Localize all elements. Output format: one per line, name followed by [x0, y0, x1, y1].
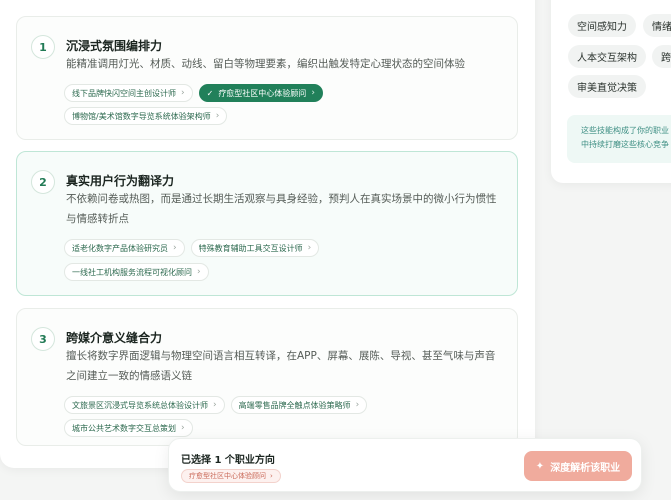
- career-tag-label: 一线社工机构服务流程可视化顾问: [72, 267, 192, 277]
- career-tag-row: 博物馆/美术馆数字导览系统体验架构师 ›: [64, 107, 228, 125]
- career-tag[interactable]: 特殊教育辅助工具交互设计师 ›: [190, 239, 320, 257]
- chevron-right-icon: ›: [311, 88, 315, 98]
- skill-pill: 人本交互架构: [568, 45, 646, 68]
- selection-bar: 已选择 1 个职业方向 疗愈型社区中心体验顾问 › ✦ 深度解析该职业: [168, 438, 642, 492]
- chevron-right-icon: ›: [215, 111, 220, 121]
- career-tag[interactable]: 适老化数字产品体验研究员 ›: [64, 239, 185, 257]
- deep-analyze-button[interactable]: ✦ 深度解析该职业: [524, 451, 632, 481]
- skill-pill: 空间感知力: [568, 14, 636, 37]
- card-description: 能精准调用灯光、材质、动线、留白等物理要素，编织出触发特定心理状态的空间体验: [66, 58, 465, 70]
- career-tag-selected[interactable]: ✓ 疗愈型社区中心体验顾问 ›: [198, 84, 323, 102]
- card-title: 跨媒介意义缝合力: [66, 331, 163, 345]
- career-tag-label: 疗愈型社区中心体验顾问: [218, 88, 307, 98]
- career-tag-label: 特殊教育辅助工具交互设计师: [198, 243, 303, 253]
- chevron-right-icon: ›: [213, 400, 217, 410]
- chevron-right-icon: ›: [181, 88, 185, 98]
- card-title: 真实用户行为翻译力: [66, 174, 175, 188]
- selected-career-label: 疗愈型社区中心体验顾问: [189, 472, 266, 480]
- note-line: 这些技能构成了你的职业: [581, 126, 669, 135]
- sparkle-icon: ✦: [535, 460, 545, 472]
- card-description: 不依赖问卷或热图，而是通过长期生活观察与具身经验，预判人在真实场景中的微小行为惯…: [66, 193, 497, 225]
- career-tag-row: 文旅景区沉浸式导览系统总体验设计师 › 高端零售品牌全触点体验策略师 ›: [64, 396, 368, 414]
- selected-career-chip[interactable]: 疗愈型社区中心体验顾问 ›: [181, 469, 281, 483]
- career-tag-row: 城市公共艺术数字交互总策划 ›: [64, 419, 193, 437]
- deep-analyze-label: 深度解析该职业: [550, 462, 621, 474]
- skill-card-1: 1 沉浸式氛围编排力 能精准调用灯光、材质、动线、留白等物理要素，编织出触发特定…: [16, 16, 518, 140]
- selected-count: 已选择 1 个职业方向: [181, 455, 275, 466]
- career-tag[interactable]: 高端零售品牌全触点体验策略师 ›: [230, 396, 368, 414]
- card-number: 1: [31, 35, 55, 59]
- card-title: 沉浸式氛围编排力: [66, 39, 163, 53]
- chevron-right-icon: ›: [181, 423, 185, 433]
- career-tag-label: 线下品牌快闪空间主创设计师: [72, 88, 176, 98]
- skill-card-2: 2 真实用户行为翻译力 不依赖问卷或热图，而是通过长期生活观察与具身经验，预判人…: [16, 151, 518, 296]
- chevron-right-icon: ›: [197, 267, 201, 277]
- career-tag-label: 高端零售品牌全触点体验策略师: [238, 400, 351, 410]
- check-icon: ✓: [206, 88, 214, 98]
- chevron-right-icon: ›: [355, 400, 360, 410]
- career-tag[interactable]: 线下品牌快闪空间主创设计师 ›: [64, 84, 193, 102]
- career-tag[interactable]: 一线社工机构服务流程可视化顾问 ›: [64, 263, 209, 281]
- skill-pill: 跨: [652, 45, 671, 68]
- career-tag-label: 适老化数字产品体验研究员: [72, 243, 168, 253]
- card-description: 擅长将数字界面逻辑与物理空间语言相互转译，在APP、屏幕、展陈、导视、甚至气味与…: [66, 350, 496, 382]
- chevron-right-icon: ›: [173, 243, 177, 253]
- career-tag-row: 线下品牌快闪空间主创设计师 › ✓ 疗愈型社区中心体验顾问 ›: [64, 84, 323, 102]
- career-tag-row: 适老化数字产品体验研究员 › 特殊教育辅助工具交互设计师 ›: [64, 239, 320, 257]
- skill-card-3: 3 跨媒介意义缝合力 擅长将数字界面逻辑与物理空间语言相互转译，在APP、屏幕、…: [16, 308, 518, 446]
- career-tag[interactable]: 文旅景区沉浸式导览系统总体验设计师 ›: [64, 396, 225, 414]
- card-number: 2: [31, 170, 55, 194]
- career-tag-label: 博物馆/美术馆数字导览系统体验架构师: [72, 111, 211, 121]
- chevron-right-icon: ›: [270, 472, 273, 480]
- career-tag-label: 城市公共艺术数字交互总策划: [72, 423, 176, 433]
- skills-note: 这些技能构成了你的职业 中持续打磨这些核心竞争: [567, 115, 671, 163]
- career-tag[interactable]: 博物馆/美术馆数字导览系统体验架构师 ›: [64, 107, 228, 125]
- note-line: 中持续打磨这些核心竞争: [581, 140, 669, 149]
- career-tag[interactable]: 城市公共艺术数字交互总策划 ›: [64, 419, 193, 437]
- skill-pill: 情绪: [643, 14, 671, 37]
- chevron-right-icon: ›: [307, 243, 312, 253]
- card-number: 3: [31, 327, 55, 351]
- main-panel: 1 沉浸式氛围编排力 能精准调用灯光、材质、动线、留白等物理要素，编织出触发特定…: [0, 0, 535, 468]
- career-tag-label: 文旅景区沉浸式导览系统总体验设计师: [72, 400, 208, 410]
- skill-pill: 审美直觉决策: [568, 75, 646, 98]
- screen: 1 沉浸式氛围编排力 能精准调用灯光、材质、动线、留白等物理要素，编织出触发特定…: [0, 0, 671, 500]
- career-tag-row: 一线社工机构服务流程可视化顾问 ›: [64, 263, 209, 281]
